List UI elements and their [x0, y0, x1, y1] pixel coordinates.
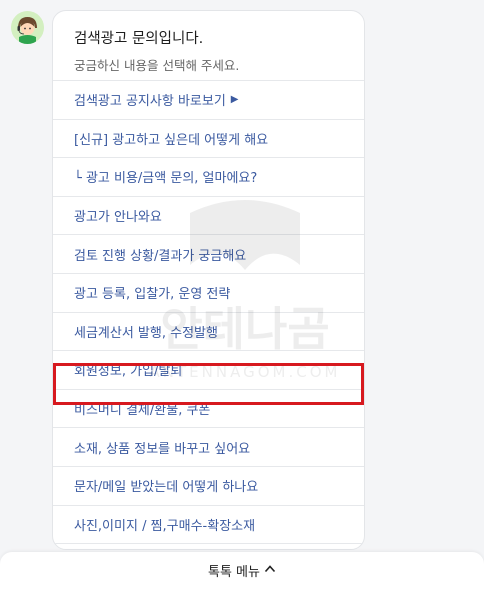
chevron-up-icon	[264, 563, 276, 578]
menu-item-ad-not-showing[interactable]: 광고가 안나와요	[53, 197, 364, 236]
menu-item-review-status[interactable]: 검토 진행 상황/결과가 궁금해요	[53, 235, 364, 274]
menu-item-new-ad[interactable]: [신규] 광고하고 싶은데 어떻게 해요	[53, 120, 364, 159]
menu-item-label: └ 광고 비용/금액 문의, 얼마에요?	[74, 171, 258, 187]
menu-list: 검색광고 공지사항 바로보기 ▶ [신규] 광고하고 싶은데 어떻게 해요 └ …	[53, 81, 364, 545]
menu-item-label: [신규] 광고하고 싶은데 어떻게 해요	[74, 132, 269, 148]
menu-item-member-info[interactable]: 회원정보, 가입/탈퇴	[53, 351, 364, 390]
chat-title: 검색광고 문의입니다.	[74, 31, 204, 47]
menu-item-label: 비즈머니 결제/환불, 쿠폰	[74, 403, 211, 419]
menu-item-photo-image[interactable]: 사진,이미지 / 찜,구매수-확장소재	[53, 506, 364, 545]
chat-subtitle: 궁금하신 내용을 선택해 주세요.	[74, 58, 240, 73]
menu-item-label: 문자/메일 받았는데 어떻게 하나요	[74, 480, 259, 496]
menu-item-label: 광고가 안나와요	[74, 210, 162, 226]
menu-item-ad-cost[interactable]: └ 광고 비용/금액 문의, 얼마에요?	[53, 158, 364, 197]
menu-item-material-change[interactable]: 소재, 상품 정보를 바꾸고 싶어요	[53, 428, 364, 467]
menu-item-label: 회원정보, 가입/탈퇴	[74, 364, 183, 380]
menu-item-label: 검토 진행 상황/결과가 궁금해요	[74, 248, 247, 264]
menu-item-ad-registration[interactable]: 광고 등록, 입찰가, 운영 전략	[53, 274, 364, 313]
menu-item-label: 검색광고 공지사항 바로보기	[74, 94, 226, 110]
chat-bubble: 검색광고 문의입니다. 궁금하신 내용을 선택해 주세요. 검색광고 공지사항 …	[52, 10, 365, 550]
menu-item-label: 광고 등록, 입찰가, 운영 전략	[74, 287, 231, 303]
menu-item-message-received[interactable]: 문자/메일 받았는데 어떻게 하나요	[53, 467, 364, 506]
menu-item-bizmoney[interactable]: 비즈머니 결제/환불, 쿠폰	[53, 390, 364, 429]
menu-item-tax-invoice[interactable]: 세금계산서 발행, 수정발행	[53, 313, 364, 352]
menu-item-label: 사진,이미지 / 찜,구매수-확장소재	[74, 518, 256, 534]
menu-item-label: 소재, 상품 정보를 바꾸고 싶어요	[74, 441, 251, 457]
triangle-right-icon: ▶	[230, 94, 239, 106]
talk-menu-button[interactable]: 톡톡 메뉴	[0, 552, 484, 589]
menu-item-notice[interactable]: 검색광고 공지사항 바로보기 ▶	[53, 81, 364, 120]
chat-header: 검색광고 문의입니다. 궁금하신 내용을 선택해 주세요.	[53, 11, 364, 81]
menu-item-label: 세금계산서 발행, 수정발행	[74, 325, 218, 341]
agent-avatar-icon	[11, 11, 44, 44]
talk-menu-label: 톡톡 메뉴	[208, 565, 260, 580]
